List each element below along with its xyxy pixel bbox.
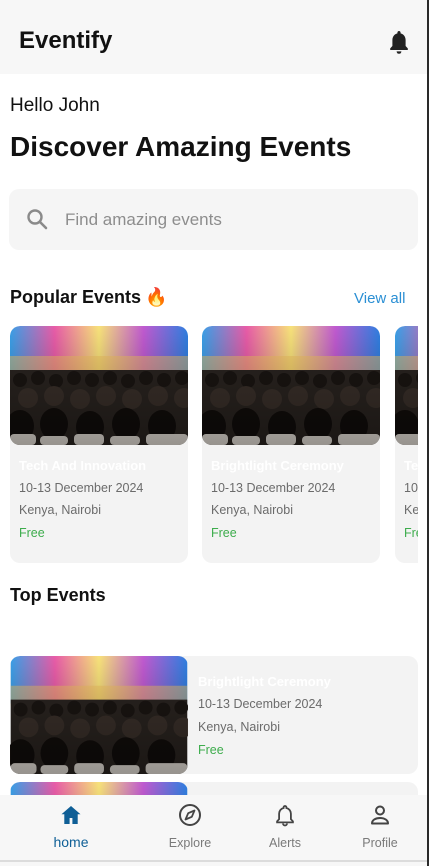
nav-profile-label: Profile	[362, 836, 398, 850]
event-price: Free	[19, 526, 45, 540]
event-date: 10-13 December 2024	[198, 697, 323, 711]
home-icon	[61, 806, 81, 824]
nav-profile[interactable]: Profile	[335, 795, 425, 859]
event-title: Tech And Innovation	[19, 458, 147, 473]
popular-events-heading: Popular Events 🔥	[10, 287, 167, 308]
bell-icon	[276, 805, 294, 827]
search-icon	[27, 209, 48, 230]
view-all-link[interactable]: View all	[354, 290, 405, 307]
search-input[interactable]	[65, 203, 395, 237]
event-title: Brightlight Ceremony	[211, 458, 344, 473]
event-price: Free	[211, 526, 237, 540]
event-price: Free	[198, 743, 224, 757]
event-location: Kenya, Nairobi	[198, 720, 280, 734]
event-image	[10, 326, 188, 445]
popular-event-card[interactable]: Tech And Innovation 10-13 December 2024 …	[10, 326, 188, 563]
event-date: 10-13 December 2024	[19, 481, 144, 495]
notifications-bell-icon[interactable]	[387, 29, 411, 55]
event-date: 10-13 December 2024	[404, 481, 418, 495]
popular-event-card[interactable]: Brightlight Ceremony 10-13 December 2024…	[202, 326, 380, 563]
nav-explore-label: Explore	[168, 836, 212, 850]
nav-alerts-label: Alerts	[269, 836, 301, 850]
nav-explore[interactable]: Explore	[145, 795, 235, 859]
event-image	[10, 656, 188, 774]
search-bar[interactable]	[9, 189, 418, 250]
bottom-navigation: home Explore Alerts Profile	[0, 795, 427, 866]
event-price: Free	[404, 526, 418, 540]
app-title: Eventify	[19, 27, 113, 54]
nav-home[interactable]: home	[26, 795, 116, 859]
person-icon	[371, 805, 389, 825]
page-headline: Discover Amazing Events	[10, 131, 352, 162]
greeting-text: Hello John	[10, 95, 100, 116]
popular-events-carousel[interactable]: Tech And Innovation 10-13 December 2024 …	[10, 326, 418, 566]
event-location: Kenya, Nairobi	[19, 503, 101, 517]
app-bar: Eventify	[0, 0, 427, 74]
event-location: Kenya, Nairobi	[404, 503, 418, 517]
top-event-card[interactable]: Brightlight Ceremony 10-13 December 2024…	[10, 656, 418, 774]
event-image	[395, 326, 418, 445]
nav-bottom-divider	[0, 860, 427, 862]
event-image	[202, 326, 380, 445]
event-title: Brightlight Ceremony	[198, 674, 331, 689]
compass-icon	[179, 804, 201, 826]
event-title: Tech And Innovation	[404, 458, 418, 473]
nav-alerts[interactable]: Alerts	[240, 795, 330, 859]
fire-emoji: 🔥	[145, 287, 168, 307]
popular-events-title: Popular Events	[10, 287, 142, 307]
event-date: 10-13 December 2024	[211, 481, 336, 495]
popular-event-card[interactable]: Tech And Innovation 10-13 December 2024 …	[395, 326, 418, 563]
event-location: Kenya, Nairobi	[211, 503, 293, 517]
top-events-title: Top Events	[10, 585, 106, 605]
nav-home-label: home	[53, 834, 89, 850]
